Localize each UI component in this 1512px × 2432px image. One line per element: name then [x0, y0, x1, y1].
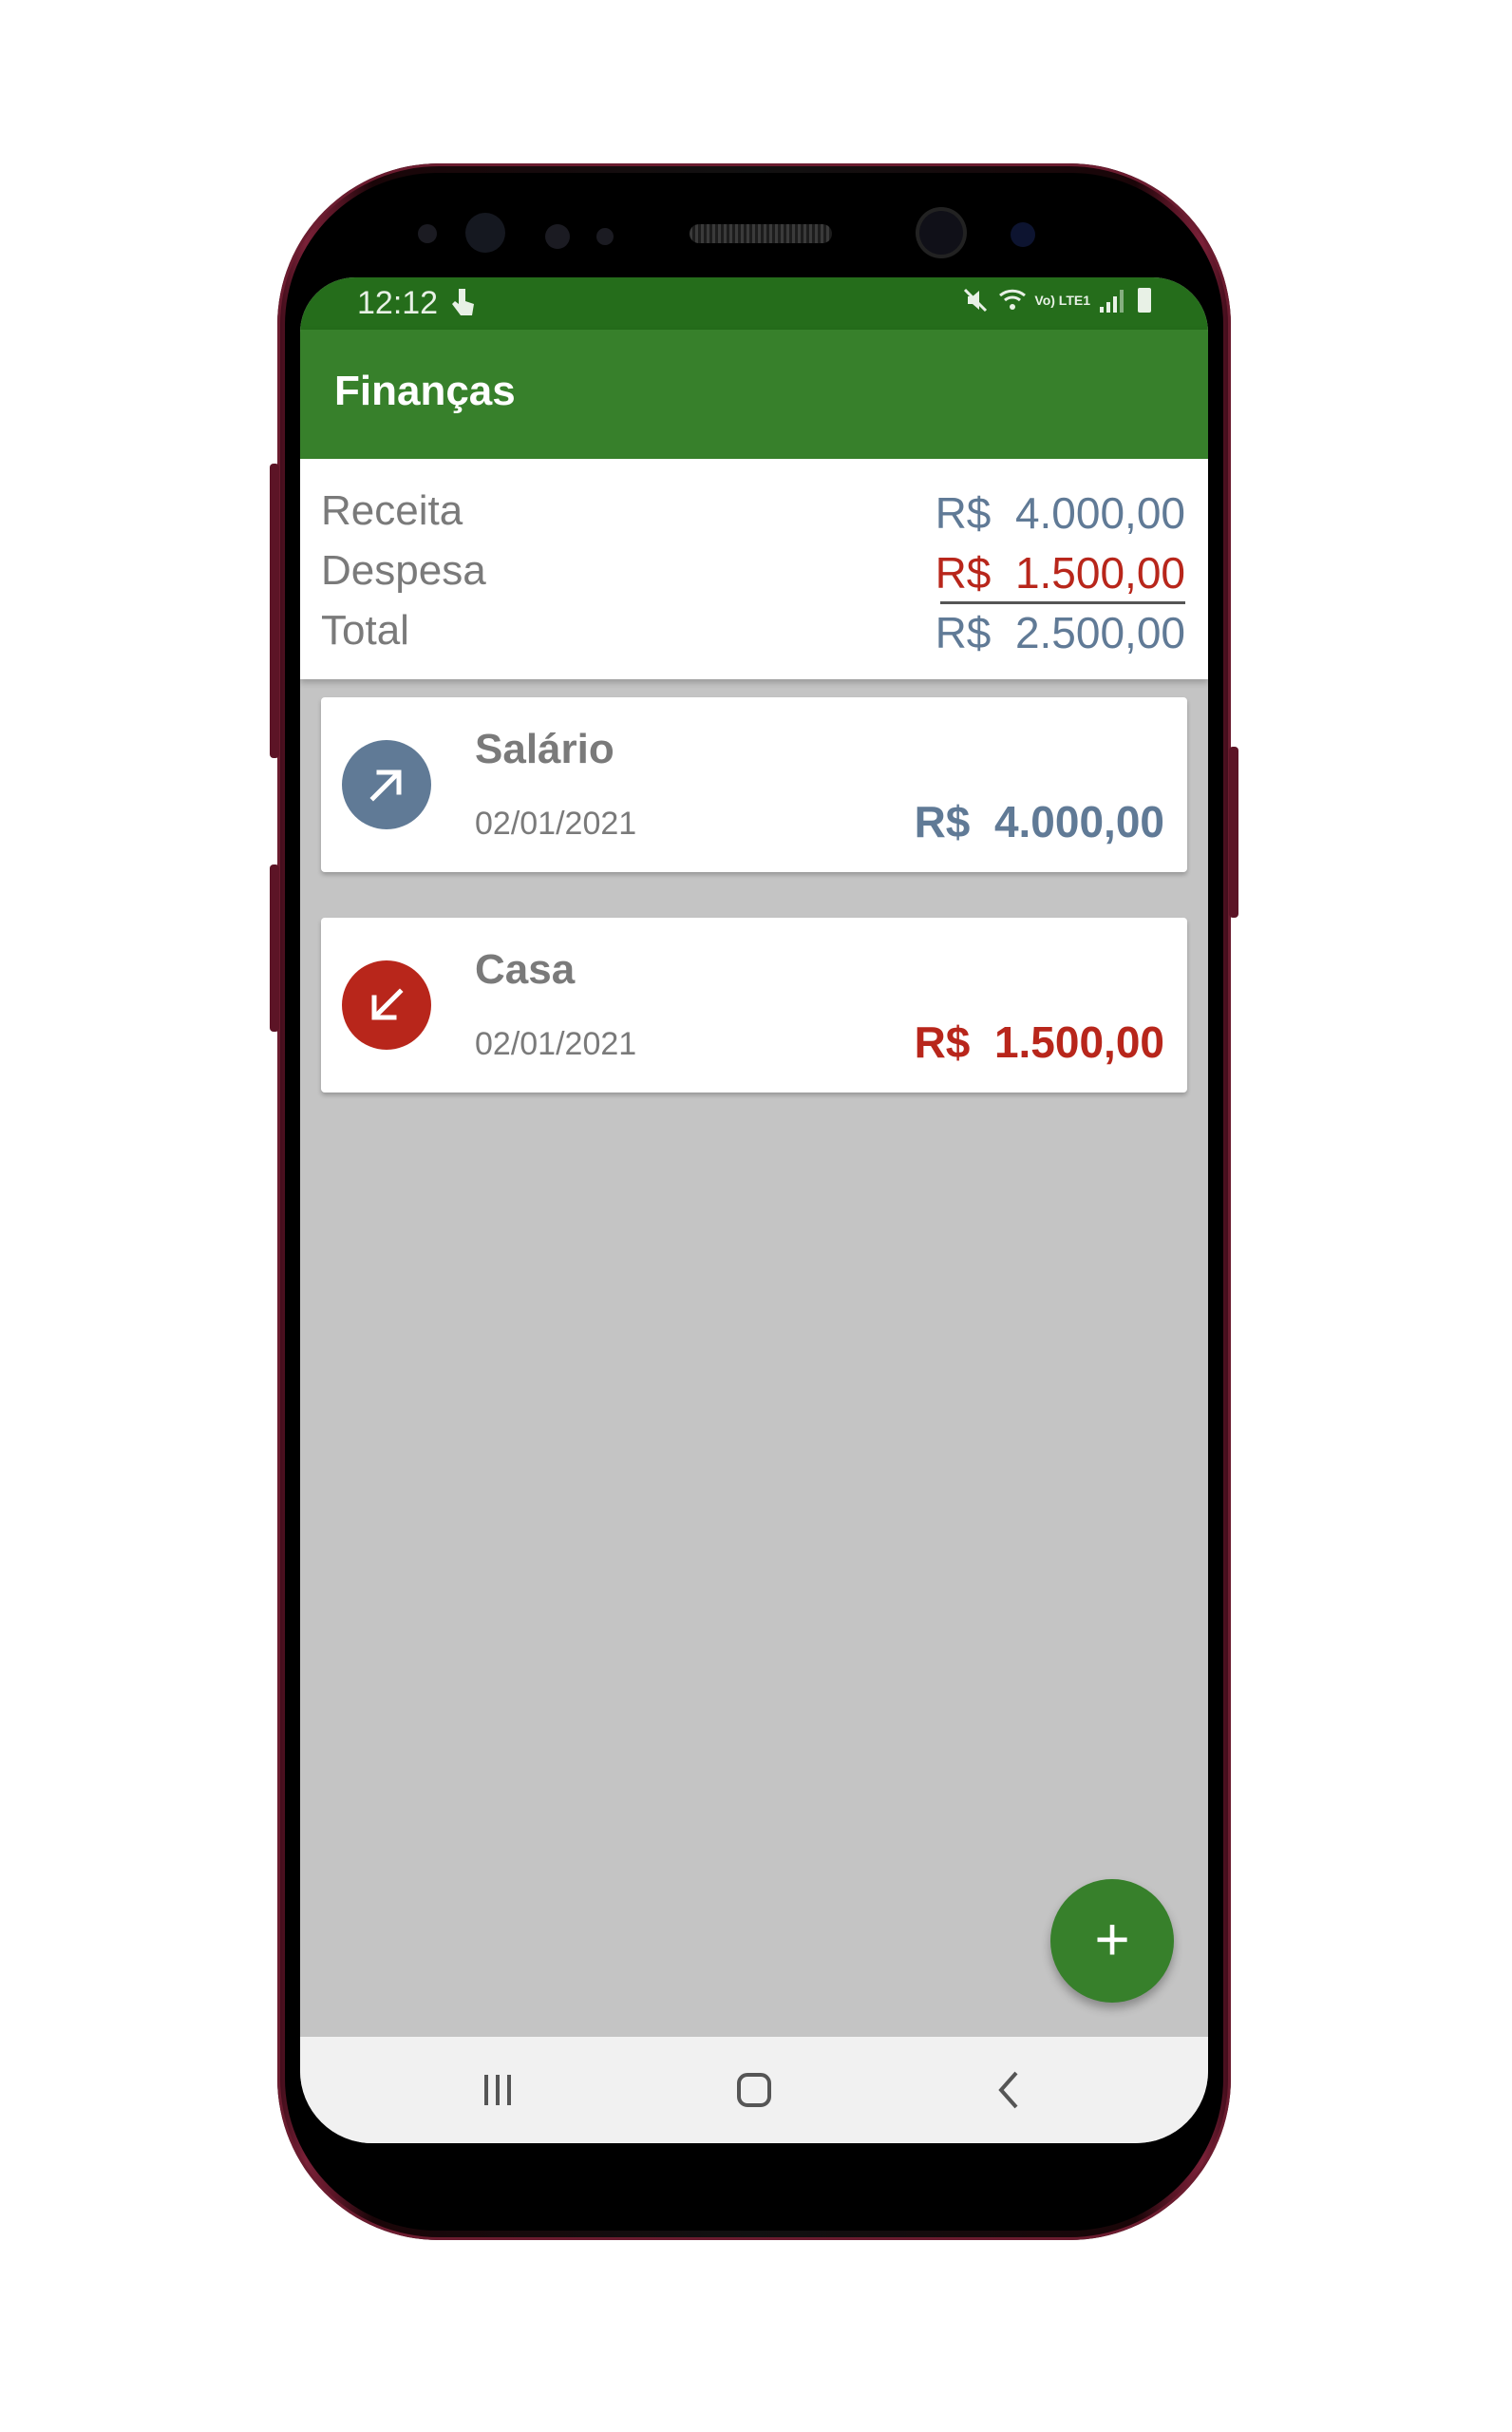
arrow-up-right-icon	[342, 740, 431, 829]
home-icon[interactable]	[726, 2069, 783, 2111]
transaction-value: R$ 1.500,00	[914, 1017, 1164, 1067]
battery-icon	[1138, 288, 1151, 313]
app-title: Finanças	[334, 368, 516, 414]
transaction-card-casa[interactable]: Casa 02/01/2021 R$ 1.500,00	[321, 918, 1187, 1092]
transaction-value: R$ 4.000,00	[914, 797, 1164, 846]
back-icon[interactable]	[982, 2069, 1039, 2111]
app-screen: 12:12 Vo) LTE1 Finanças Receita R$ 4.000…	[300, 277, 1208, 2143]
phone-volume-button	[270, 464, 279, 758]
earpiece-speaker	[690, 224, 832, 243]
income-label: Receita	[321, 487, 463, 534]
mute-icon	[962, 287, 989, 314]
transaction-date: 02/01/2021	[475, 1026, 637, 1062]
summary-divider	[940, 601, 1185, 604]
transaction-title: Casa	[475, 946, 576, 993]
touch-icon	[450, 287, 475, 327]
transaction-card-salario[interactable]: Salário 02/01/2021 R$ 4.000,00	[321, 697, 1187, 872]
light-sensor	[545, 224, 570, 249]
signal-icon	[1100, 288, 1128, 313]
lte-label: Vo) LTE1	[1034, 292, 1090, 308]
plus-icon: +	[1094, 1905, 1130, 1973]
iris-sensor	[465, 213, 505, 253]
proximity-sensor	[418, 224, 437, 243]
status-bar: 12:12 Vo) LTE1	[300, 277, 1208, 330]
status-time: 12:12	[357, 285, 439, 321]
income-value: R$ 4.000,00	[935, 488, 1185, 538]
navigation-bar	[300, 2037, 1208, 2143]
arrow-down-left-icon	[342, 960, 431, 1050]
transaction-date: 02/01/2021	[475, 806, 637, 842]
phone-power-button	[1229, 747, 1238, 918]
front-camera	[919, 211, 963, 255]
total-label: Total	[321, 607, 409, 654]
led-sensor	[596, 228, 614, 245]
app-bar: Finanças	[300, 330, 1208, 459]
expense-label: Despesa	[321, 547, 486, 594]
transaction-title: Salário	[475, 726, 614, 772]
add-transaction-button[interactable]: +	[1050, 1879, 1174, 2003]
wifi-icon	[998, 287, 1027, 314]
status-icons: Vo) LTE1	[962, 287, 1151, 314]
phone-bixby-button	[270, 864, 279, 1032]
expense-value: R$ 1.500,00	[935, 548, 1185, 598]
summary-panel: Receita R$ 4.000,00 Despesa R$ 1.500,00 …	[300, 459, 1208, 679]
iris-camera	[1011, 222, 1035, 247]
recents-icon[interactable]	[469, 2069, 526, 2111]
total-value: R$ 2.500,00	[935, 608, 1185, 657]
